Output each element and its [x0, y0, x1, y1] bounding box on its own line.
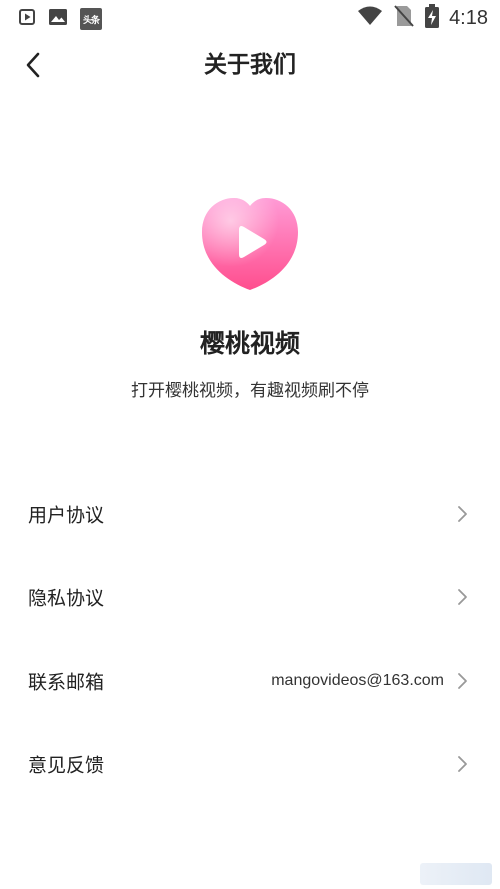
menu-item-user-agreement[interactable]: 用户协议: [0, 472, 500, 556]
menu-item-contact-email[interactable]: 联系邮箱 mangovideos@163.com: [0, 639, 500, 723]
menu-item-label: 隐私协议: [28, 587, 105, 610]
app-slogan: 打开樱桃视频，有趣视频刷不停: [131, 381, 369, 401]
menu-item-privacy-agreement[interactable]: 隐私协议: [0, 556, 500, 640]
menu-item-label: 意见反馈: [28, 754, 105, 777]
watermark: [420, 863, 492, 885]
status-bar-right: 4:18: [357, 4, 488, 32]
status-time: 4:18: [449, 6, 488, 29]
app-logo: [198, 194, 302, 294]
contact-email-value: mangovideos@163.com: [271, 671, 444, 689]
status-bar: 头条 4:18: [0, 0, 500, 34]
app-name: 樱桃视频: [199, 329, 300, 358]
menu-item-label: 用户协议: [28, 504, 105, 527]
menu-list: 用户协议 隐私协议 联系邮箱 mangovideos@163.com 意见反馈: [0, 472, 500, 806]
chevron-right-icon: [458, 672, 467, 689]
play-box-icon: [18, 8, 36, 30]
status-bar-left: 头条: [18, 7, 102, 31]
menu-item-feedback[interactable]: 意见反馈: [0, 723, 500, 807]
chevron-right-icon: [458, 505, 467, 522]
nav-bar: 关于我们: [0, 34, 500, 96]
page-title: 关于我们: [204, 52, 296, 78]
menu-item-label: 联系邮箱: [28, 671, 105, 694]
no-sim-icon: [393, 4, 415, 32]
chevron-right-icon: [458, 756, 467, 773]
battery-charging-icon: [425, 4, 440, 32]
wifi-icon: [357, 5, 383, 31]
chevron-right-icon: [458, 589, 467, 606]
toutiao-app-icon: 头条: [80, 8, 102, 30]
image-icon: [48, 7, 68, 31]
